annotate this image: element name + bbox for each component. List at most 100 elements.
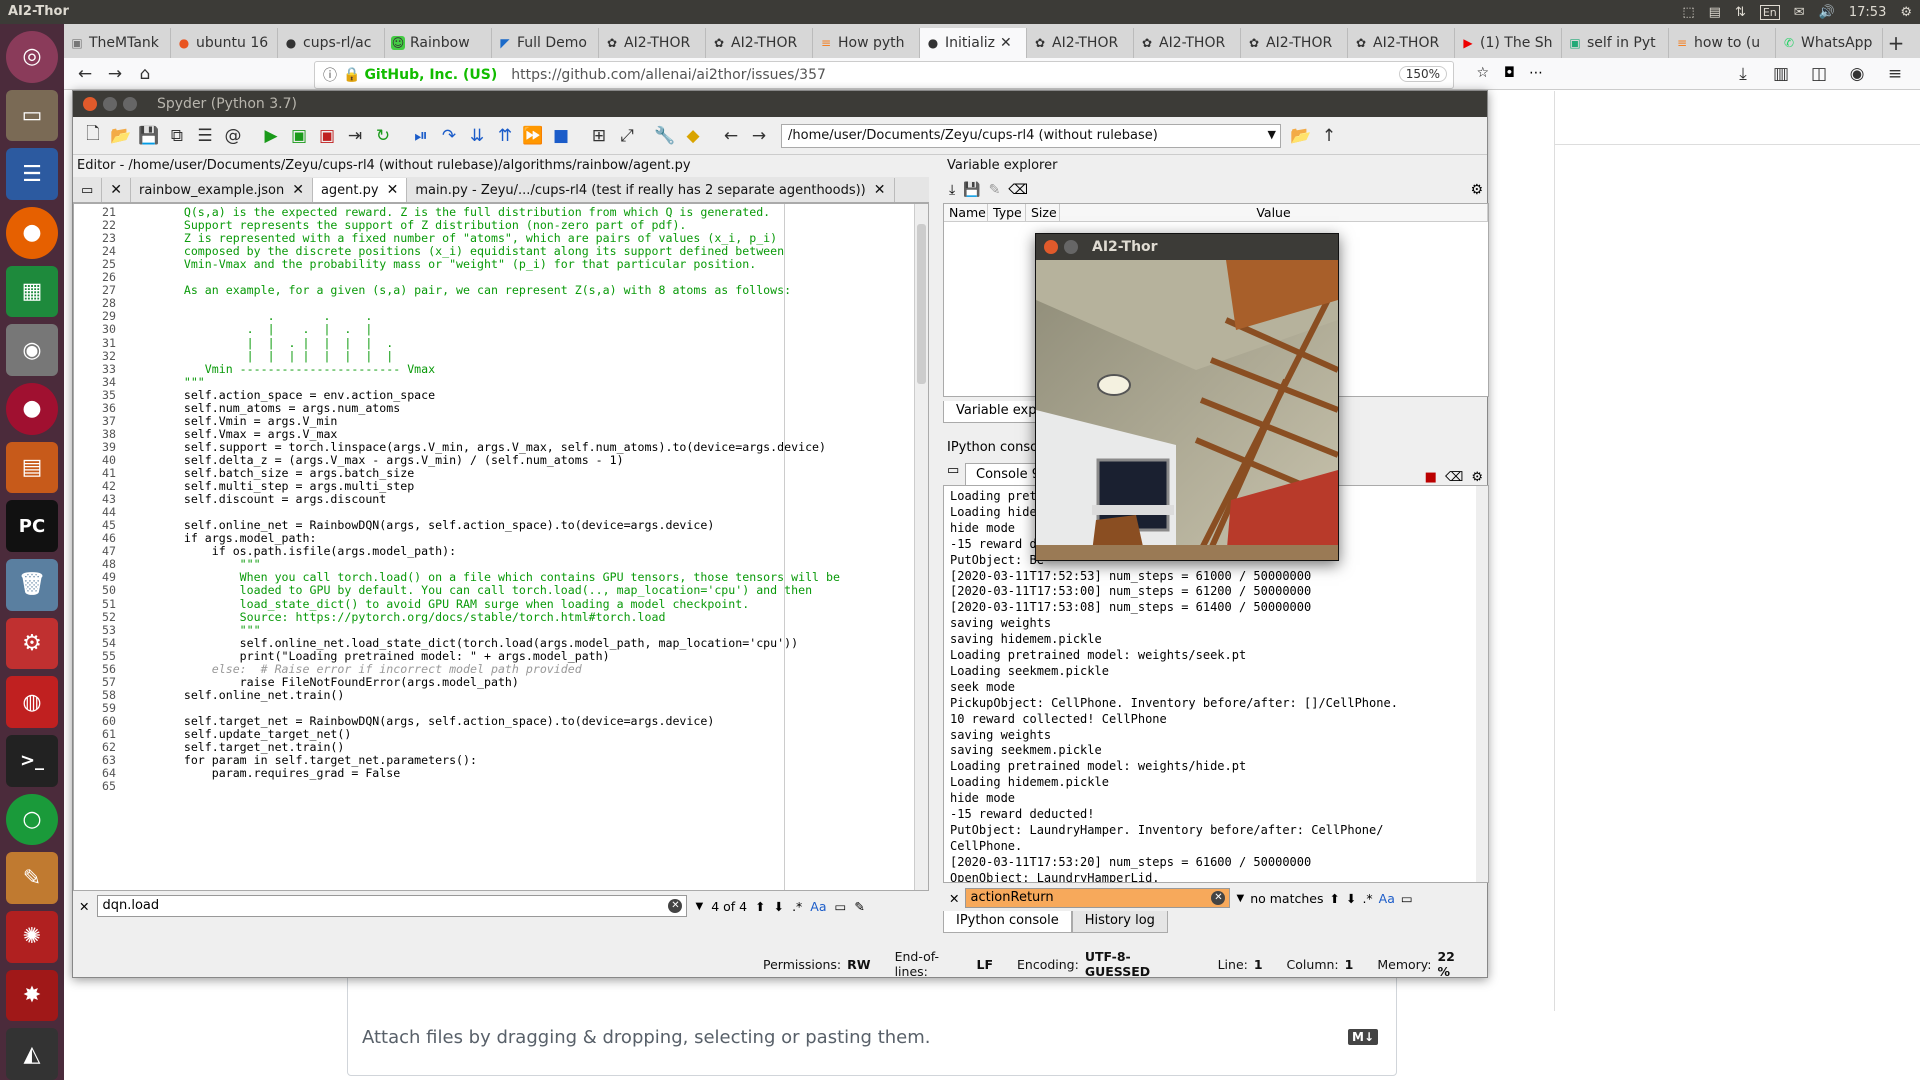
code-line[interactable]: else: # Raise error if incorrect model p… (128, 662, 582, 676)
new-tab-button[interactable]: + (1883, 28, 1909, 58)
browse-tabs-icon[interactable]: ▭ (73, 178, 103, 202)
step-into-icon[interactable]: ⇊ (463, 122, 491, 150)
trash-icon[interactable]: 🗑 (6, 559, 58, 611)
chevron-down-icon[interactable]: ▼ (1268, 128, 1276, 141)
browser-tab[interactable]: ✿ AI2-THOR (1027, 28, 1134, 58)
code-line[interactable]: """ (128, 375, 205, 389)
forward-icon[interactable]: → (745, 122, 773, 150)
web-app-icon[interactable]: ✺ (6, 911, 58, 963)
red-app-icon[interactable]: ● (6, 383, 58, 435)
menu-icon[interactable]: ≡ (1880, 60, 1910, 88)
circle-app-icon[interactable]: ○ (6, 793, 58, 846)
code-line[interactable]: | | | | | | | | (128, 349, 394, 363)
library-icon[interactable]: ▥ (1766, 60, 1796, 88)
back-icon[interactable]: ← (717, 122, 745, 150)
system-settings-icon[interactable]: ⚙ (6, 617, 58, 670)
minimize-window-button[interactable] (103, 97, 117, 111)
code-line[interactable]: self.target_net.train() (128, 741, 345, 754)
bookmark-star-icon[interactable]: ☆ (1476, 65, 1489, 81)
column-header-type[interactable]: Type (988, 204, 1026, 221)
code-line[interactable]: Q(s,a) is the expected reward. Z is the … (128, 206, 770, 219)
case-sensitive-icon[interactable]: Aa (1379, 891, 1395, 906)
close-tab-icon[interactable]: ✕ (292, 182, 304, 198)
clear-find-icon[interactable]: ✕ (1211, 891, 1226, 905)
code-line[interactable]: self.online_net = RainbowDQN(args, self.… (128, 519, 715, 532)
network-icon[interactable]: ⇅ (1735, 5, 1746, 20)
page-actions-icon[interactable]: ⋯ (1529, 65, 1543, 81)
save-all-icon[interactable]: ⧉ (163, 122, 191, 150)
ai2-thor-window[interactable]: AI2-Thor (1035, 233, 1339, 561)
browser-tab[interactable]: ☺ Rainbow (385, 28, 492, 58)
code-area[interactable]: Q(s,a) is the expected reward. Z is the … (120, 204, 900, 890)
code-line[interactable]: self.Vmin = args.V_min (128, 414, 338, 428)
console-scrollbar[interactable] (1476, 486, 1488, 882)
code-line[interactable]: param.requires_grad = False (128, 767, 400, 780)
editor-tab[interactable]: main.py - Zeyu/.../cups-rl4 (test if rea… (407, 178, 895, 202)
url-bar[interactable]: ⓘ 🔒 GitHub, Inc. (US) https://github.com… (314, 61, 1543, 89)
code-line[interactable]: """ (128, 558, 261, 571)
settings-gear-icon[interactable]: ⚙ (1900, 5, 1912, 20)
close-tab-icon[interactable]: ✕ (1000, 35, 1012, 51)
console-options-gear-icon[interactable]: ⚙ (1471, 470, 1483, 485)
sidebar-icon[interactable]: ◫ (1804, 60, 1834, 88)
code-line[interactable]: self.Vmax = args.V_max (128, 427, 338, 441)
browse-folder-icon[interactable]: 📂 (1287, 122, 1315, 150)
clear-console-icon[interactable]: ⌫ (1445, 470, 1463, 485)
find-previous-icon[interactable]: ⬆ (755, 899, 765, 914)
tab-history-log[interactable]: History log (1071, 911, 1168, 933)
clear-find-icon[interactable]: ✕ (668, 899, 683, 913)
download-icon[interactable]: ⤓ (1728, 60, 1758, 88)
fullscreen-icon[interactable]: ⤢ (613, 122, 641, 150)
close-window-button[interactable] (83, 97, 97, 111)
whole-word-icon[interactable]: ▭ (1401, 891, 1413, 906)
find-next-icon[interactable]: ⬇ (774, 899, 784, 914)
close-find-icon[interactable]: ✕ (949, 891, 959, 906)
back-arrow-icon[interactable]: ← (70, 60, 100, 88)
maximize-pane-icon[interactable]: ⊞ (585, 122, 613, 150)
site-identity[interactable]: GitHub, Inc. (US) (364, 67, 497, 83)
column-header-name[interactable]: Name (944, 204, 988, 221)
browser-tab[interactable]: ✿ AI2-THOR (706, 28, 813, 58)
save-data-as-icon[interactable]: ✎ (989, 182, 1001, 198)
browser-tab[interactable]: ● cups-rl/ac (278, 28, 385, 58)
rerun-icon[interactable]: ↻ (369, 122, 397, 150)
code-line[interactable]: if args.model_path: (128, 532, 317, 545)
whole-word-icon[interactable]: ▭ (835, 899, 847, 914)
pdf-reader-icon[interactable]: ◍ (6, 676, 58, 729)
presentation-icon[interactable]: ▤ (6, 441, 58, 494)
code-line[interactable]: self.num_atoms = args.num_atoms (128, 401, 400, 415)
code-line[interactable]: for param in self.target_net.parameters(… (128, 754, 477, 767)
run-icon[interactable]: ▶ (257, 122, 285, 150)
browser-tab[interactable]: ✿ AI2-THOR (599, 28, 706, 58)
code-line[interactable]: print("Loading pretrained model: " + arg… (128, 649, 610, 663)
case-sensitive-icon[interactable]: Aa (810, 899, 826, 914)
code-line[interactable]: Source: https://pytorch.org/docs/stable/… (128, 610, 666, 624)
ai2-thor-title-bar[interactable]: AI2-Thor (1036, 234, 1338, 260)
browser-tab-active[interactable]: ● Initializ ✕ (920, 28, 1027, 58)
home-icon[interactable]: ⌂ (130, 60, 160, 88)
browser-tab[interactable]: ◤ Full Demo (492, 28, 599, 58)
code-line[interactable]: self.action_space = env.action_space (128, 388, 435, 402)
browser-tab[interactable]: ≡ How pyth (813, 28, 920, 58)
console-find-input[interactable]: actionReturn ✕ (965, 888, 1231, 908)
attach-files-hint[interactable]: Attach files by dragging & dropping, sel… (362, 1027, 931, 1048)
run-cell-advance-icon[interactable]: ▣ (313, 122, 341, 150)
lock-icon[interactable]: 🔒 (343, 67, 360, 83)
unity-icon[interactable]: ◭ (6, 1028, 58, 1080)
browser-tab[interactable]: ✿ AI2-THOR (1241, 28, 1348, 58)
save-icon[interactable]: 💾 (135, 122, 163, 150)
open-file-icon[interactable]: 📂 (107, 122, 135, 150)
code-line[interactable]: self.support = torch.linspace(args.V_min… (128, 440, 826, 454)
browser-tab[interactable]: ▣ self in Pyt (1562, 28, 1669, 58)
new-file-icon[interactable]: 🗋 (79, 122, 107, 150)
remove-all-icon[interactable]: ⌫ (1008, 182, 1028, 198)
forward-arrow-icon[interactable]: → (100, 60, 130, 88)
step-return-icon[interactable]: ⇈ (491, 122, 519, 150)
code-line[interactable]: if os.path.isfile(args.model_path): (128, 545, 456, 558)
code-line[interactable]: . . . (128, 310, 373, 323)
code-line[interactable]: When you call torch.load() on a file whi… (128, 571, 840, 584)
column-header-value[interactable]: Value (1060, 204, 1488, 221)
stop-icon[interactable]: ■ (547, 122, 575, 150)
save-data-icon[interactable]: 💾 (963, 182, 980, 198)
comment-attach-box[interactable]: Attach files by dragging & dropping, sel… (347, 966, 1397, 1076)
